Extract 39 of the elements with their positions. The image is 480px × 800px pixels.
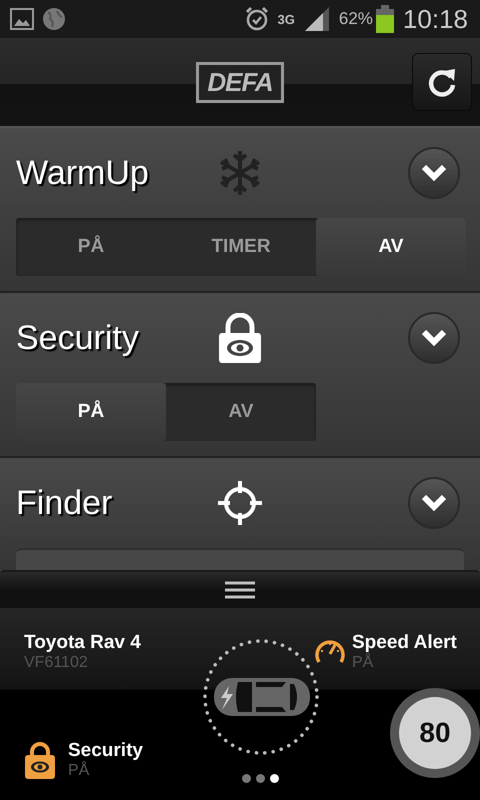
page-dot[interactable] — [242, 774, 252, 783]
section-title: Finder — [16, 484, 114, 522]
gallery-icon — [10, 8, 34, 30]
page-dot[interactable] — [270, 774, 280, 783]
section-title: WarmUp — [16, 154, 150, 192]
chevron-down-icon — [421, 329, 447, 347]
segment-option[interactable]: TIMER — [166, 218, 316, 276]
lock-eye-icon — [217, 313, 263, 363]
expand-button[interactable] — [408, 147, 460, 199]
vehicle-name: Toyota Rav 4 — [24, 632, 142, 654]
alarm-icon — [244, 6, 270, 32]
signal-icon — [302, 7, 331, 31]
security-label: Security — [68, 740, 143, 761]
network-type: 3G — [278, 12, 295, 26]
segment-option[interactable]: AV — [166, 383, 316, 441]
logo: DEFA — [196, 62, 284, 102]
segment-option[interactable]: PÅ — [16, 383, 166, 441]
drawer-handle[interactable] — [0, 570, 480, 608]
page-dot[interactable] — [256, 774, 266, 783]
refresh-button[interactable] — [412, 53, 472, 111]
battery-icon — [374, 5, 395, 33]
vehicle-id: VF61102 — [24, 654, 89, 672]
expand-button[interactable] — [408, 312, 460, 364]
speed-limit-value[interactable]: 80 — [399, 697, 471, 769]
segment-option[interactable]: AV — [316, 218, 466, 276]
car-drawing[interactable] — [202, 638, 320, 756]
battery-percent: 62% — [338, 9, 373, 29]
section-title: Security — [16, 318, 140, 358]
security-status: PÅ — [68, 762, 90, 780]
chevron-down-icon — [421, 494, 447, 512]
globe-icon — [42, 7, 66, 31]
chevron-down-icon — [421, 164, 447, 182]
crosshair-icon — [216, 479, 264, 527]
expand-button[interactable] — [408, 477, 460, 529]
speed-alert-status: PÅ — [352, 654, 374, 672]
lock-eye-icon — [24, 741, 56, 779]
speed-alert-label: Speed Alert — [352, 632, 457, 653]
segment-option[interactable]: PÅ — [16, 218, 166, 276]
clock: 10:18 — [402, 4, 468, 34]
